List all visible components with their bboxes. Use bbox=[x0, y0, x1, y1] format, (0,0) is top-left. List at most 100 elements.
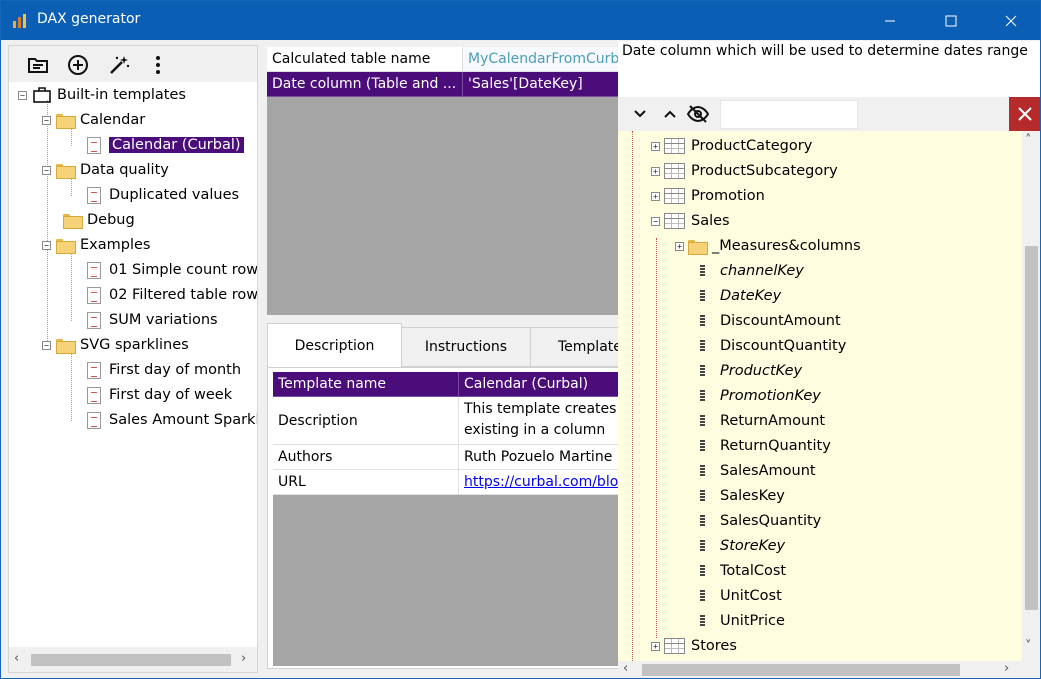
model-tree: + ProductCategory + ProductSubcategory + Prom… bbox=[618, 131, 1022, 661]
tab-instructions[interactable]: Instructions bbox=[401, 327, 531, 367]
parameter-row[interactable]: Calculated table name MyCalendarFromCurb bbox=[267, 47, 619, 72]
tree-folder-examples[interactable]: − Examples bbox=[42, 234, 150, 256]
model-column[interactable]: ReturnAmount bbox=[700, 410, 825, 432]
expand-icon[interactable]: + bbox=[651, 141, 660, 151]
collapse-icon[interactable]: − bbox=[42, 165, 51, 175]
scroll-down-icon[interactable]: ˅ bbox=[1025, 639, 1032, 654]
details-row-selected[interactable]: Template name Calendar (Curbal) bbox=[273, 372, 620, 397]
maximize-button[interactable] bbox=[928, 1, 974, 40]
details-row[interactable]: Authors Ruth Pozuelo Martine bbox=[273, 445, 620, 470]
url-link[interactable]: https://curbal.com/blo bbox=[459, 470, 620, 495]
tree-folder-data-quality[interactable]: − Data quality bbox=[42, 159, 169, 181]
expand-icon[interactable]: + bbox=[651, 191, 660, 201]
model-search-input[interactable] bbox=[720, 100, 858, 129]
parameter-name: Date column (Table and ... bbox=[267, 72, 463, 97]
model-column[interactable]: PromotionKey bbox=[700, 385, 821, 407]
collapse-icon[interactable]: − bbox=[42, 115, 51, 125]
collapse-up-button[interactable] bbox=[658, 102, 682, 126]
close-window-button[interactable] bbox=[988, 1, 1034, 40]
scrollbar-thumb[interactable] bbox=[642, 664, 960, 676]
expand-icon[interactable]: + bbox=[651, 166, 660, 176]
model-table[interactable]: − Sales bbox=[651, 210, 730, 232]
tree-item-duplicated-values[interactable]: Duplicated values bbox=[87, 184, 239, 206]
scroll-right-icon[interactable]: › bbox=[1004, 661, 1009, 676]
folder-label: _Measures&columns bbox=[712, 238, 861, 254]
open-folder-button[interactable] bbox=[26, 53, 50, 77]
column-label: DiscountAmount bbox=[720, 313, 841, 329]
collapse-icon[interactable]: − bbox=[42, 240, 51, 250]
expand-down-button[interactable] bbox=[628, 102, 652, 126]
scrollbar-thumb[interactable] bbox=[31, 654, 231, 666]
collapse-icon[interactable]: − bbox=[18, 90, 27, 100]
model-vertical-scrollbar[interactable]: ˄ ˅ bbox=[1022, 131, 1040, 661]
model-column[interactable]: TotalCost bbox=[700, 560, 786, 582]
title-bar[interactable]: DAX generator bbox=[1, 1, 1040, 40]
model-column[interactable]: SalesQuantity bbox=[700, 510, 821, 532]
scroll-left-icon[interactable]: ‹ bbox=[14, 651, 19, 666]
templates-toolbar bbox=[9, 46, 257, 82]
tree-item-simple-count[interactable]: 01 Simple count rows bbox=[87, 259, 257, 281]
tree-root[interactable]: − Built-in templates bbox=[18, 84, 186, 106]
model-table[interactable]: + ProductCategory bbox=[651, 135, 812, 157]
tree-item-label: Calendar (Curbal) bbox=[109, 137, 244, 153]
model-table[interactable]: + Stores bbox=[651, 635, 737, 657]
minimize-icon bbox=[885, 20, 895, 21]
more-vertical-icon bbox=[156, 56, 160, 74]
more-options-button[interactable] bbox=[146, 53, 170, 77]
close-panel-button[interactable] bbox=[1009, 97, 1040, 131]
tree-item-first-day-month[interactable]: First day of month bbox=[87, 359, 241, 381]
model-column[interactable]: ProductKey bbox=[700, 360, 802, 382]
parameter-value[interactable]: 'Sales'[DateKey] bbox=[463, 72, 619, 97]
model-horizontal-scrollbar[interactable]: ‹ › bbox=[618, 661, 1022, 678]
scrollbar-thumb[interactable] bbox=[1025, 246, 1038, 610]
details-row[interactable]: URL https://curbal.com/blo bbox=[273, 470, 620, 495]
close-icon bbox=[1005, 15, 1017, 26]
toggle-hidden-button[interactable] bbox=[686, 102, 710, 126]
parameter-value[interactable]: MyCalendarFromCurb bbox=[463, 47, 619, 72]
model-folder[interactable]: + _Measures&columns bbox=[675, 235, 861, 257]
tree-folder-svg-sparklines[interactable]: − SVG sparklines bbox=[42, 334, 189, 356]
details-row[interactable]: Description This template creates existi… bbox=[273, 397, 620, 445]
briefcase-icon bbox=[33, 87, 51, 103]
parameter-row-selected[interactable]: Date column (Table and ... 'Sales'[DateK… bbox=[267, 72, 619, 97]
model-column[interactable]: StoreKey bbox=[700, 535, 785, 557]
model-table[interactable]: + ProductSubcategory bbox=[651, 160, 838, 182]
model-table[interactable]: + Promotion bbox=[651, 185, 765, 207]
tree-folder-calendar[interactable]: − Calendar bbox=[42, 109, 145, 131]
tree-folder-debug[interactable]: Debug bbox=[63, 209, 135, 231]
tree-item-label: Duplicated values bbox=[109, 187, 240, 203]
add-template-button[interactable] bbox=[66, 53, 90, 77]
tab-description[interactable]: Description bbox=[267, 323, 402, 368]
model-column[interactable]: channelKey bbox=[700, 260, 804, 282]
model-column[interactable]: DiscountAmount bbox=[700, 310, 841, 332]
minimize-button[interactable] bbox=[867, 1, 913, 40]
collapse-icon[interactable]: − bbox=[651, 216, 660, 226]
model-column[interactable]: DateKey bbox=[700, 285, 781, 307]
model-column[interactable]: DiscountQuantity bbox=[700, 335, 846, 357]
model-column[interactable]: UnitPrice bbox=[700, 610, 785, 632]
scroll-right-icon[interactable]: › bbox=[241, 651, 246, 666]
column-label: ProductKey bbox=[720, 363, 803, 379]
templates-horizontal-scrollbar[interactable]: ‹ › bbox=[9, 647, 257, 672]
tree-item-sales-sparkline[interactable]: Sales Amount Sparkli bbox=[87, 409, 257, 431]
model-column[interactable]: SalesAmount bbox=[700, 460, 816, 482]
expand-icon[interactable]: + bbox=[675, 241, 684, 251]
tab-template[interactable]: Template bbox=[530, 327, 630, 367]
model-column[interactable]: SalesKey bbox=[700, 485, 785, 507]
tree-item-filtered-table[interactable]: 02 Filtered table row bbox=[87, 284, 257, 306]
table-icon bbox=[664, 138, 685, 154]
scroll-up-icon[interactable]: ˄ bbox=[1025, 133, 1032, 148]
column-icon bbox=[700, 265, 705, 277]
tree-item-first-day-week[interactable]: First day of week bbox=[87, 384, 232, 406]
model-column[interactable]: UnitCost bbox=[700, 585, 782, 607]
details-tabs: Description Instructions Template bbox=[267, 323, 630, 368]
tree-item-calendar-curbal[interactable]: Calendar (Curbal) bbox=[87, 134, 244, 156]
scroll-left-icon[interactable]: ‹ bbox=[623, 661, 628, 676]
expand-icon[interactable]: + bbox=[651, 641, 660, 651]
tree-item-label: SVG sparklines bbox=[80, 337, 189, 353]
table-icon bbox=[664, 638, 685, 654]
model-column[interactable]: ReturnQuantity bbox=[700, 435, 831, 457]
magic-wand-button[interactable] bbox=[107, 53, 131, 77]
collapse-icon[interactable]: − bbox=[42, 340, 51, 350]
tree-item-sum-variations[interactable]: SUM variations bbox=[87, 309, 218, 331]
